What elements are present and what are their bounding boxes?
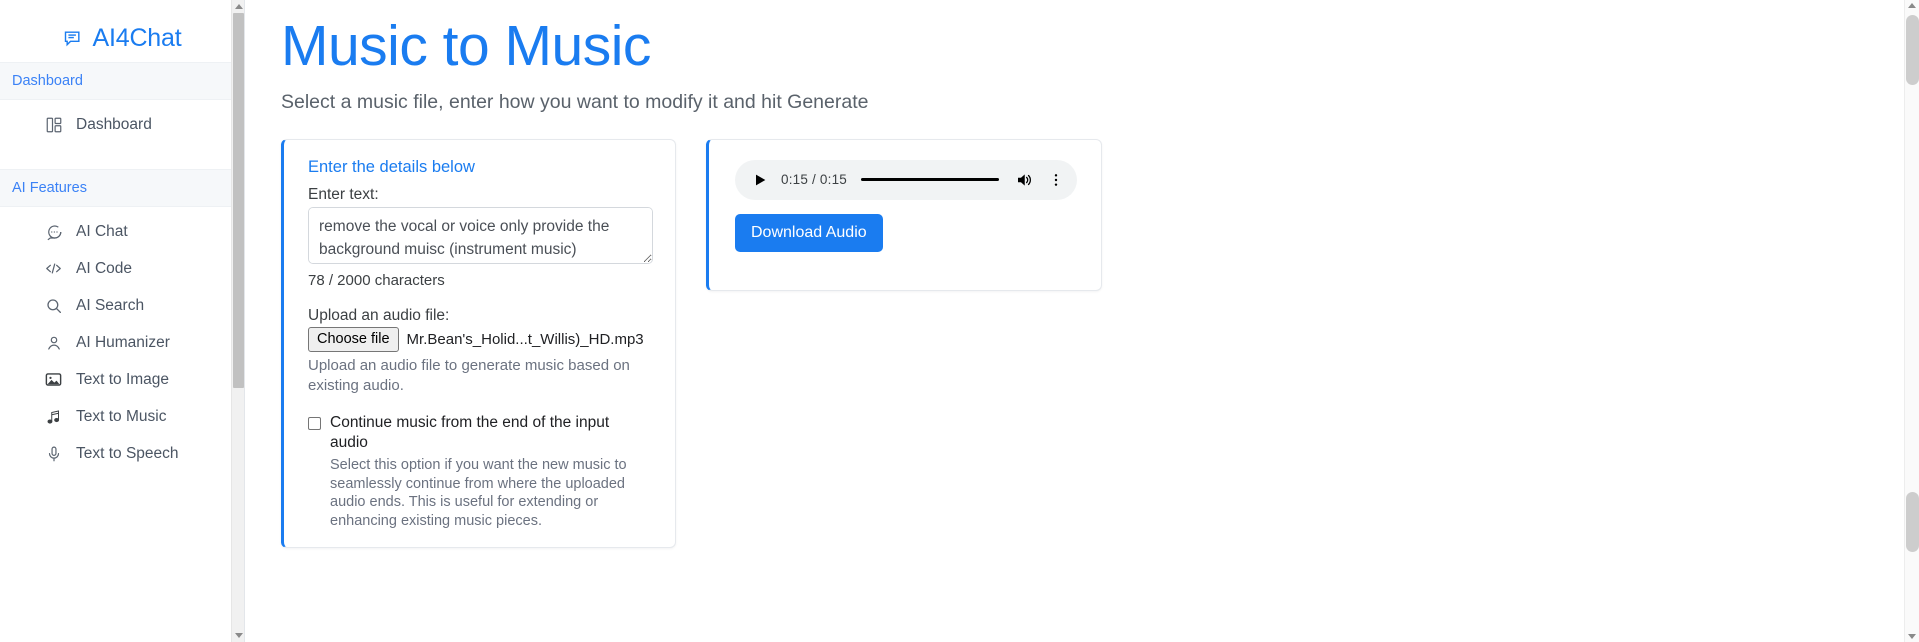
- continue-music-checkbox[interactable]: [308, 417, 321, 431]
- chevron-up-icon: [234, 4, 243, 9]
- character-counter: 78 / 2000 characters: [308, 271, 445, 289]
- sidebar-item-dashboard[interactable]: Dashboard: [0, 106, 244, 143]
- chat-bubble-icon: [63, 28, 83, 48]
- image-icon: [44, 370, 63, 389]
- prompt-textarea[interactable]: [308, 206, 653, 264]
- sidebar-item-text-to-speech[interactable]: Text to Speech: [0, 435, 244, 472]
- sidebar-item-ai-humanizer[interactable]: AI Humanizer: [0, 324, 244, 361]
- selected-file-name: Mr.Bean's_Holid...t_Willis)_HD.mp3: [406, 330, 644, 348]
- continue-music-texts: Continue music from the end of the input…: [330, 413, 646, 531]
- sidebar: AI4Chat Dashboard Dashboard AI Features: [0, 0, 245, 642]
- download-audio-button[interactable]: Download Audio: [735, 213, 883, 252]
- more-vertical-icon[interactable]: [1045, 169, 1067, 191]
- main-content: Music to Music Select a music file, ente…: [245, 0, 1919, 642]
- volume-icon[interactable]: [1013, 169, 1035, 191]
- sidebar-section-ai-features: AI Features: [0, 169, 244, 207]
- brand-name: AI4Chat: [92, 23, 182, 52]
- sidebar-scrollbar[interactable]: [231, 0, 244, 642]
- choose-file-button[interactable]: Choose file: [308, 326, 399, 353]
- chevron-down-icon[interactable]: [1908, 634, 1916, 639]
- sidebar-scroll-down-button[interactable]: [232, 629, 244, 642]
- sidebar-item-label: AI Humanizer: [76, 333, 170, 351]
- music-note-icon: [44, 407, 63, 426]
- sidebar-item-text-to-image[interactable]: Text to Image: [0, 361, 244, 398]
- dashboard-layout-icon: [44, 115, 63, 134]
- sidebar-scroll-thumb[interactable]: [233, 13, 244, 388]
- sidebar-item-label: AI Chat: [76, 222, 128, 240]
- page-title: Music to Music: [281, 14, 651, 78]
- audio-progress-slider[interactable]: [861, 178, 999, 182]
- sidebar-item-ai-code[interactable]: AI Code: [0, 250, 244, 287]
- sidebar-item-label: AI Search: [76, 296, 145, 314]
- search-icon: [44, 296, 63, 315]
- sidebar-item-label: Dashboard: [76, 115, 152, 133]
- sidebar-item-label: AI Code: [76, 259, 133, 277]
- cards-row: Enter the details below Enter text: 78 /…: [281, 138, 1919, 549]
- continue-music-label[interactable]: Continue music from the end of the input…: [330, 413, 646, 453]
- window-scroll-thumb[interactable]: [1906, 15, 1919, 85]
- upload-help-text: Upload an audio file to generate music b…: [308, 357, 630, 394]
- sidebar-list-ai-features: AI Chat AI Code AI Search AI Humanizer T…: [0, 207, 244, 472]
- sidebar-list-dashboard: Dashboard: [0, 100, 244, 143]
- chat-dots-icon: [44, 222, 63, 241]
- sidebar-section-dashboard: Dashboard: [0, 62, 244, 100]
- microphone-icon: [44, 444, 63, 463]
- form-heading: Enter the details below: [308, 157, 475, 176]
- chevron-down-icon: [234, 633, 243, 638]
- window-scroll-thumb-secondary[interactable]: [1906, 492, 1919, 552]
- sidebar-item-label: Text to Speech: [76, 444, 179, 462]
- sidebar-scroll-up-button[interactable]: [232, 0, 244, 13]
- continue-music-description: Select this option if you want the new m…: [330, 456, 627, 530]
- sidebar-item-label: Text to Image: [76, 370, 170, 388]
- audio-player[interactable]: 0:15 / 0:15: [735, 159, 1077, 200]
- sidebar-item-ai-chat[interactable]: AI Chat: [0, 213, 244, 250]
- window-scrollbar[interactable]: [1904, 0, 1919, 642]
- input-form-card: Enter the details below Enter text: 78 /…: [281, 138, 676, 549]
- person-icon: [44, 333, 63, 352]
- chevron-up-icon[interactable]: [1908, 3, 1916, 8]
- page-subtitle: Select a music file, enter how you want …: [281, 90, 869, 113]
- sidebar-item-ai-search[interactable]: AI Search: [0, 287, 244, 324]
- sidebar-item-text-to-music[interactable]: Text to Music: [0, 398, 244, 435]
- audio-time-display: 0:15 / 0:15: [781, 172, 848, 188]
- file-input-row: Choose file Mr.Bean's_Holid...t_Willis)_…: [308, 326, 653, 353]
- brand-logo[interactable]: AI4Chat: [0, 0, 244, 62]
- continue-music-option: Continue music from the end of the input…: [308, 413, 653, 531]
- result-card: 0:15 / 0:15 Download Audio: [706, 138, 1102, 291]
- play-icon[interactable]: [749, 169, 771, 191]
- text-input-label: Enter text:: [308, 185, 379, 203]
- upload-label: Upload an audio file:: [308, 306, 450, 324]
- app-root: AI4Chat Dashboard Dashboard AI Features: [0, 0, 1919, 642]
- code-brackets-icon: [44, 259, 63, 278]
- sidebar-item-label: Text to Music: [76, 407, 167, 425]
